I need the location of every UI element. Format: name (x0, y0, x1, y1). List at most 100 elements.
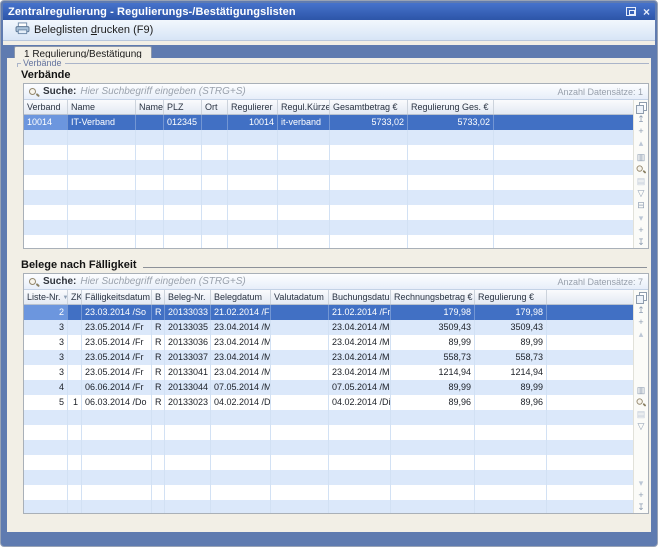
scroll-down-icon[interactable]: ▾ (635, 477, 648, 489)
table-row-empty[interactable] (24, 440, 633, 455)
go-bottom-icon[interactable]: ↧ (635, 236, 648, 248)
column-header[interactable]: Rechnungsbetrag € (391, 290, 475, 304)
column-header[interactable]: Name 2 (136, 100, 164, 114)
belege-search-bar[interactable]: Suche: Hier Suchbegriff eingeben (STRG+S… (24, 274, 648, 290)
scroll-up-icon[interactable]: ▴ (635, 328, 648, 340)
table-cell (164, 175, 202, 190)
close-window-button[interactable]: × (643, 7, 650, 17)
column-header[interactable]: Ort (202, 100, 228, 114)
table-cell (391, 470, 475, 485)
table-cell (24, 175, 68, 190)
table-cell: R (152, 380, 165, 395)
table-row-empty[interactable] (24, 145, 633, 160)
table-row-empty[interactable] (24, 190, 633, 205)
table-row-empty[interactable] (24, 205, 633, 220)
table-cell (408, 145, 494, 160)
table-cell: 23.04.2014 /Mi (211, 335, 271, 350)
table-cell (82, 455, 152, 470)
columns-icon[interactable]: ▥ (635, 151, 648, 163)
table-cell (24, 410, 68, 425)
table-row-empty[interactable] (24, 485, 633, 500)
column-header[interactable]: Gesamtbetrag € (330, 100, 408, 114)
sort-descending-icon: ▼ (61, 295, 68, 301)
column-header[interactable]: Regulierung Ges. € (408, 100, 494, 114)
filter-icon[interactable]: ▽ (635, 187, 648, 199)
column-header[interactable]: Valutadatum (271, 290, 329, 304)
save-icon[interactable]: ▤ (635, 408, 648, 420)
table-row-empty[interactable] (24, 425, 633, 440)
verbaende-search-bar[interactable]: Suche: Hier Suchbegriff eingeben (STRG+S… (24, 84, 648, 100)
table-row[interactable]: 2 23.03.2014 /SoR2013303321.02.2014 /Fr … (24, 305, 633, 320)
belege-caption: Belege nach Fälligkeit (21, 259, 649, 271)
column-header[interactable]: Buchungsdatum (329, 290, 391, 304)
table-cell (329, 440, 391, 455)
table-row[interactable]: 3 23.05.2014 /FrR2013303523.04.2014 /Mi … (24, 320, 633, 335)
add-row-icon[interactable]: + (635, 125, 648, 137)
scroll-up-icon[interactable]: ▴ (635, 137, 648, 149)
add-row-icon[interactable]: + (635, 224, 648, 236)
table-cell (24, 190, 68, 205)
column-header[interactable]: B (152, 290, 165, 304)
table-row[interactable]: 3 23.05.2014 /FrR2013303623.04.2014 /Mi … (24, 335, 633, 350)
table-row-empty[interactable] (24, 455, 633, 470)
copy-icon[interactable] (635, 101, 648, 113)
table-cell (136, 175, 164, 190)
table-row-empty[interactable] (24, 470, 633, 485)
table-row-empty[interactable] (24, 220, 633, 235)
table-cell: R (152, 335, 165, 350)
add-row-icon[interactable]: + (635, 489, 648, 501)
table-cell (24, 235, 68, 248)
go-bottom-icon[interactable]: ↧ (635, 501, 648, 513)
table-cell: 5733,02 (330, 115, 408, 130)
scroll-down-icon[interactable]: ▾ (635, 212, 648, 224)
save-icon[interactable]: ▤ (635, 175, 648, 187)
table-cell (211, 425, 271, 440)
column-header[interactable]: Regul.Kürzel (278, 100, 330, 114)
print-icon[interactable]: ⊟ (635, 199, 648, 211)
column-header[interactable]: Name (68, 100, 136, 114)
columns-icon[interactable]: ▥ (635, 384, 648, 396)
table-cell (271, 440, 329, 455)
table-row[interactable]: 4 06.06.2014 /FrR2013304407.05.2014 /Mi … (24, 380, 633, 395)
table-cell (211, 410, 271, 425)
column-header[interactable]: PLZ (164, 100, 202, 114)
table-row-empty[interactable] (24, 410, 633, 425)
column-header[interactable]: Liste-Nr.▼ (24, 290, 68, 304)
print-lists-button[interactable]: Beleglisten drucken (F9) (10, 20, 158, 40)
column-header[interactable]: Fälligkeitsdatum (82, 290, 152, 304)
column-header[interactable]: Regulierung € (475, 290, 547, 304)
table-cell (152, 500, 165, 513)
table-row-empty[interactable] (24, 130, 633, 145)
table-row-empty[interactable] (24, 500, 633, 513)
column-header[interactable]: Verband (24, 100, 68, 114)
column-header[interactable]: Beleg-Nr. (165, 290, 211, 304)
title-bar[interactable]: Zentralregulierung - Regulierungs-/Bestä… (3, 3, 655, 20)
table-row[interactable]: 10014IT-Verband 012345 10014it-verband57… (24, 115, 633, 130)
table-cell (475, 410, 547, 425)
column-header[interactable]: ZK (68, 290, 82, 304)
table-row[interactable]: 3 23.05.2014 /FrR2013303723.04.2014 /Mi … (24, 350, 633, 365)
table-row-empty[interactable] (24, 235, 633, 248)
table-cell (211, 485, 271, 500)
restore-window-button[interactable] (626, 3, 636, 21)
table-cell (271, 485, 329, 500)
search-icon[interactable] (635, 396, 648, 408)
table-cell: 20133035 (165, 320, 211, 335)
add-row-icon[interactable]: + (635, 316, 648, 328)
table-row[interactable]: 3 23.05.2014 /FrR2013304123.04.2014 /Mi … (24, 365, 633, 380)
table-cell (68, 470, 82, 485)
print-button-label: Beleglisten drucken (F9) (34, 24, 153, 36)
search-icon[interactable] (635, 163, 648, 175)
table-cell (24, 220, 68, 235)
table-row-empty[interactable] (24, 175, 633, 190)
table-row-empty[interactable] (24, 160, 633, 175)
record-count: Anzahl Datensätze: 1 (557, 87, 643, 97)
column-header[interactable]: Regulierer (228, 100, 278, 114)
table-row[interactable]: 5106.03.2014 /DoR2013302304.02.2014 /Di … (24, 395, 633, 410)
table-cell-filler (494, 145, 633, 160)
copy-icon[interactable] (635, 291, 648, 303)
go-top-icon[interactable]: ↥ (635, 304, 648, 316)
column-header[interactable]: Belegdatum (211, 290, 271, 304)
go-top-icon[interactable]: ↥ (635, 113, 648, 125)
filter-icon[interactable]: ▽ (635, 420, 648, 432)
